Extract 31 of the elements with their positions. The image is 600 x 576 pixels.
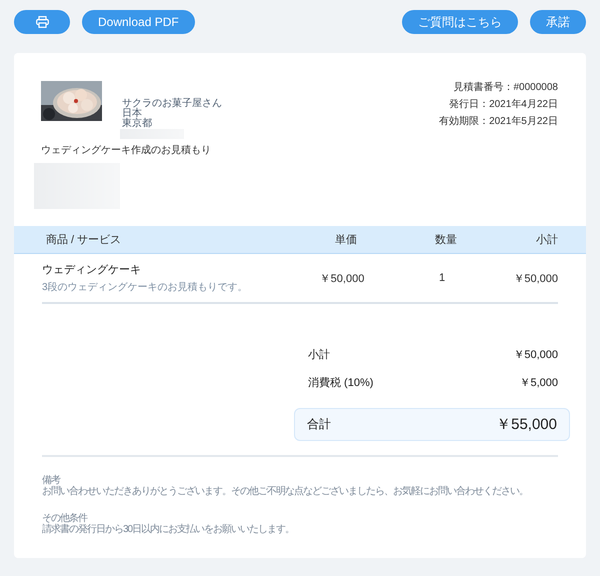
note-text: お問い合わせいただきありがとうございます。その他ご不明な点などございましたら、お気軽にお問い合わせください。: [42, 486, 529, 497]
action-button[interactable]: ご質問はこちら: [402, 10, 518, 34]
note-heading: 備考: [42, 475, 62, 486]
column-header: 小計: [535, 232, 558, 247]
summary-value: ￥5,000: [519, 376, 558, 390]
total-value: ￥55,000: [496, 415, 557, 434]
action-button[interactable]: 承諾: [530, 10, 586, 34]
total-label: 合計: [307, 416, 331, 433]
summary-value: ￥50,000: [513, 348, 558, 362]
address-line: 東京都: [122, 119, 153, 129]
column-header: 単価: [334, 233, 358, 247]
summary-label: 小計: [308, 348, 330, 362]
column-header: 数量: [434, 233, 458, 247]
note-heading: その他条件: [42, 513, 88, 524]
quote-meta-text: 発行日：2021年4月22日: [449, 98, 558, 111]
item-description: 3段のウェディングケーキのお見積もりです。: [42, 280, 249, 294]
printer-icon: [36, 16, 48, 28]
quote-meta-text: 見積書番号：#0000008: [454, 80, 558, 94]
note-text: 請求書の発行日から30日以内にお支払いをお願いいたします。: [42, 524, 296, 535]
print-button[interactable]: [14, 10, 70, 34]
table-cell-text: ￥50,000: [512, 272, 558, 286]
summary-label: 消費税 (10%): [308, 376, 374, 390]
quote-meta-text: 有効期限：2021年5月22日: [439, 114, 558, 128]
table-cell-text: ￥50,000: [318, 272, 366, 286]
download-pdf-button[interactable]: Download PDF: [82, 10, 195, 34]
column-header: 商品 / サービス: [45, 232, 122, 247]
quote-title: ウェディングケーキ作成のお見積もり: [41, 144, 212, 157]
table-cell-text: 1: [438, 272, 446, 284]
item-name: ウェディングケーキ: [42, 263, 142, 277]
address-line: 日本: [122, 109, 142, 119]
address-line: サクラのお菓子屋さん: [122, 99, 222, 109]
